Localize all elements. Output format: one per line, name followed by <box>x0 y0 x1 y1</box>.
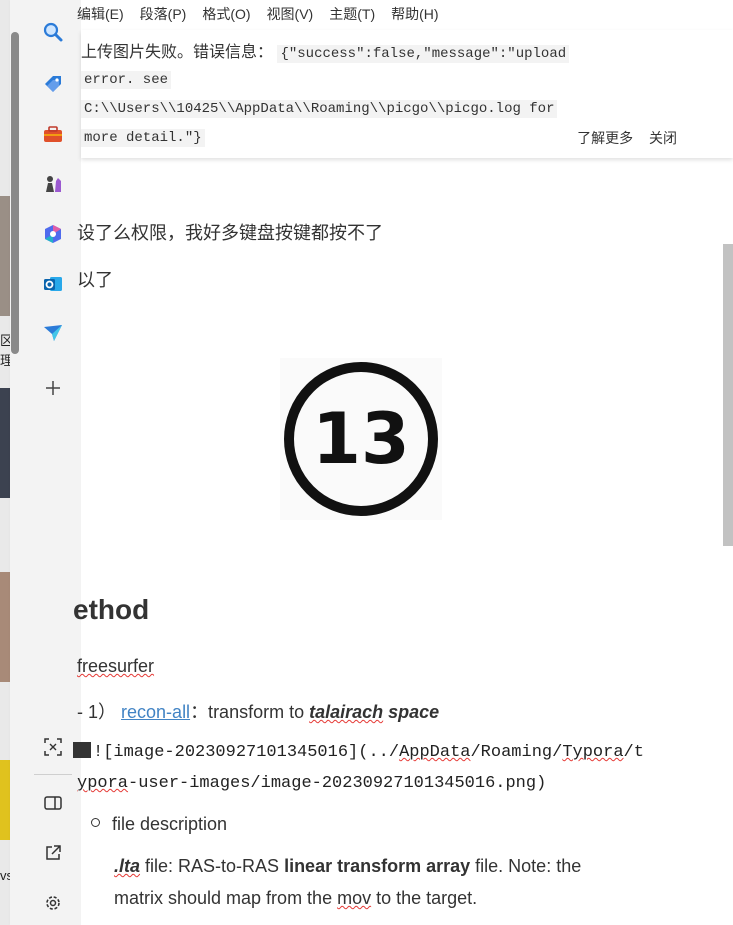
talairach-text: talairach <box>309 702 384 722</box>
learn-more-button[interactable]: 了解更多 <box>577 130 633 146</box>
menu-bar: 编辑(E) 段落(P) 格式(O) 视图(V) 主题(T) 帮助(H) <box>77 0 733 28</box>
menu-edit[interactable]: 编辑(E) <box>77 4 124 24</box>
background-thumbnail <box>0 388 10 498</box>
markdown-text: ypora <box>77 774 129 793</box>
background-thumbnail <box>0 572 10 682</box>
menu-format[interactable]: 格式(O) <box>202 4 250 24</box>
markdown-text: /Roaming/ <box>470 743 563 762</box>
file-description: file description <box>112 814 228 834</box>
tag-icon <box>45 76 61 92</box>
sub-list-item: file description <box>91 814 227 835</box>
background-text: vs <box>0 868 10 883</box>
chess-icon <box>46 176 61 192</box>
mov-text: mov <box>337 888 372 908</box>
image-markdown-line[interactable]: ypora-user-images/image-2023092710134501… <box>77 774 546 793</box>
bold-text: linear transform array <box>284 856 471 876</box>
notification-line-1: 上传图片失败。错误信息： {"success":false,"message":… <box>81 38 570 63</box>
drop-button[interactable] <box>40 320 66 346</box>
image-markdown-line[interactable]: ![image-20230927101345016](../AppData/Ro… <box>73 742 644 762</box>
copilot-button[interactable] <box>40 221 66 247</box>
tools-button[interactable] <box>40 121 66 147</box>
error-code: {"success":false,"message":"upload <box>277 45 570 63</box>
outlook-icon <box>44 277 62 291</box>
paragraph: .lta file: RAS-to-RAS linear transform a… <box>114 856 581 877</box>
lta-text: .lta <box>114 856 141 876</box>
paragraph: 以了 <box>77 270 113 290</box>
background-thumbnail <box>0 760 10 840</box>
menu-paragraph[interactable]: 段落(P) <box>140 4 187 24</box>
menu-help[interactable]: 帮助(H) <box>391 4 438 24</box>
recon-all-link[interactable]: recon-all <box>121 702 190 722</box>
paragraph: matrix should map from the mov to the ta… <box>114 888 477 909</box>
step-text: ：transform to <box>190 702 310 722</box>
split-view-icon <box>44 796 62 810</box>
menu-view[interactable]: 视图(V) <box>267 4 314 24</box>
background-window-strip: 区 理 vs <box>0 0 10 925</box>
shopping-button[interactable] <box>40 71 66 97</box>
notification-line-2: error. see <box>81 70 172 89</box>
paragraph: 设了么权限，我好多键盘按键都按不了 <box>77 223 383 243</box>
edge-sidebar <box>10 0 82 925</box>
notification-message: 上传图片失败。错误信息： <box>81 44 274 61</box>
editor-scrollbar[interactable] <box>723 244 733 546</box>
editor-window: 编辑(E) 段落(P) 格式(O) 视图(V) 主题(T) 帮助(H) 上传图片… <box>73 0 733 925</box>
split-view-button[interactable] <box>40 790 66 816</box>
sidebar-scrollbar[interactable] <box>11 32 19 354</box>
image-number: 13 <box>312 398 410 480</box>
settings-icon <box>46 896 60 910</box>
games-button[interactable] <box>40 171 66 197</box>
outlook-button[interactable] <box>40 271 66 297</box>
background-text: 区 <box>0 333 10 348</box>
search-icon <box>43 22 63 42</box>
markdown-text: /t <box>623 743 644 762</box>
screenshot-icon <box>44 738 62 756</box>
error-code: C:\\Users\\10425\\AppData\\Roaming\\picg… <box>81 100 558 118</box>
broken-image-icon <box>73 742 91 758</box>
open-external-button[interactable] <box>40 840 66 866</box>
background-text: 理 <box>0 353 10 368</box>
markdown-text: Typora <box>562 743 624 762</box>
add-button[interactable] <box>40 375 66 401</box>
menu-theme[interactable]: 主题(T) <box>329 4 375 24</box>
toolbox-icon <box>44 126 62 142</box>
space-text: space <box>383 702 440 722</box>
freesurfer-text: freesurfer <box>77 656 155 676</box>
text: to the target. <box>371 888 478 908</box>
list-item: freesurfer <box>77 656 154 677</box>
markdown-text: -user-images/image-20230927101345016.png… <box>128 774 547 793</box>
upload-error-notification: 上传图片失败。错误信息： {"success":false,"message":… <box>81 30 733 158</box>
bullet-icon <box>91 818 100 827</box>
markdown-text: ![image-20230927101345016](../ <box>93 743 400 762</box>
text: matrix should map from the <box>114 888 338 908</box>
search-button[interactable] <box>40 19 66 45</box>
section-heading: ethod <box>73 594 150 625</box>
sidebar-divider <box>34 774 72 775</box>
text: file: RAS-to-RAS <box>140 856 285 876</box>
screenshot-button[interactable] <box>40 734 66 760</box>
notification-line-4: more detail."} <box>81 128 205 147</box>
error-code: error. see <box>81 71 172 89</box>
error-code: more detail."} <box>81 129 205 147</box>
external-link-icon <box>46 845 61 860</box>
notification-line-3: C:\\Users\\10425\\AppData\\Roaming\\picg… <box>81 99 558 118</box>
notification-actions: 了解更多 关闭 <box>565 128 677 148</box>
add-icon <box>46 381 60 395</box>
step-prefix: - 1） <box>77 702 117 722</box>
close-button[interactable]: 关闭 <box>649 130 677 146</box>
copilot-icon <box>45 225 61 243</box>
send-icon <box>44 325 62 341</box>
text: file. Note: the <box>470 856 582 876</box>
list-item: - 1） recon-all：transform to talairach sp… <box>77 698 439 724</box>
embedded-image[interactable]: 13 <box>280 358 442 520</box>
settings-button[interactable] <box>40 890 66 916</box>
markdown-text: AppData <box>399 743 471 762</box>
background-thumbnail <box>0 196 10 316</box>
